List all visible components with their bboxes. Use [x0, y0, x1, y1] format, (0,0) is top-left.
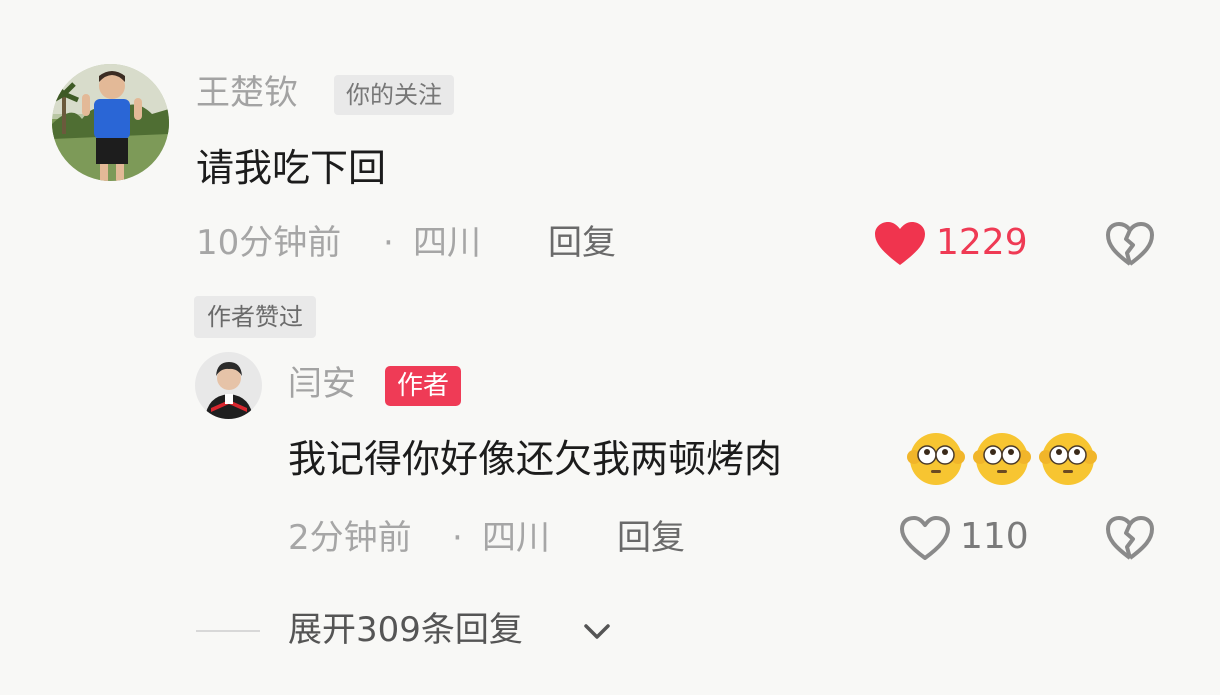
comment-text: 请我吃下回: [196, 146, 387, 190]
flushed-face-icon: [907, 433, 965, 485]
comment-time: 2分钟前: [288, 518, 412, 558]
avatar-wangchuqin[interactable]: [52, 64, 169, 181]
comment-thread: 王楚钦 你的关注 请我吃下回 10分钟前 · 四川 回复 1229 作者赞过 闫…: [0, 0, 1220, 695]
username[interactable]: 王楚钦: [196, 76, 298, 110]
broken-heart-icon[interactable]: [1105, 515, 1155, 561]
meta-separator: ·: [452, 518, 463, 558]
author-liked-badge: 作者赞过: [194, 296, 316, 338]
comment-location: 四川: [413, 223, 481, 263]
avatar-photo: [195, 352, 262, 419]
avatar-yanan[interactable]: [195, 352, 262, 419]
flushed-face-icon: [1039, 433, 1097, 485]
heart-icon[interactable]: [899, 515, 951, 561]
avatar-photo: [52, 64, 169, 181]
comment-location: 四川: [482, 518, 550, 558]
username[interactable]: 闫安: [288, 367, 356, 401]
reply-button[interactable]: 回复: [548, 226, 616, 260]
chevron-down-icon[interactable]: [581, 617, 613, 645]
expand-divider: [196, 630, 260, 632]
meta-separator: ·: [383, 223, 394, 263]
like-count: 110: [960, 516, 1029, 557]
author-badge: 作者: [385, 366, 462, 406]
heart-icon[interactable]: [874, 221, 926, 267]
flushed-face-icon: [973, 433, 1031, 485]
broken-heart-icon[interactable]: [1105, 221, 1155, 267]
expand-replies-button[interactable]: 展开309条回复: [288, 613, 523, 647]
reply-button[interactable]: 回复: [617, 521, 685, 555]
comment-time: 10分钟前: [196, 223, 342, 263]
follow-badge: 你的关注: [334, 75, 454, 115]
comment-text: 我记得你好像还欠我两顿烤肉: [288, 437, 783, 481]
emoji-group: [906, 427, 1101, 491]
like-count: 1229: [936, 222, 1028, 263]
